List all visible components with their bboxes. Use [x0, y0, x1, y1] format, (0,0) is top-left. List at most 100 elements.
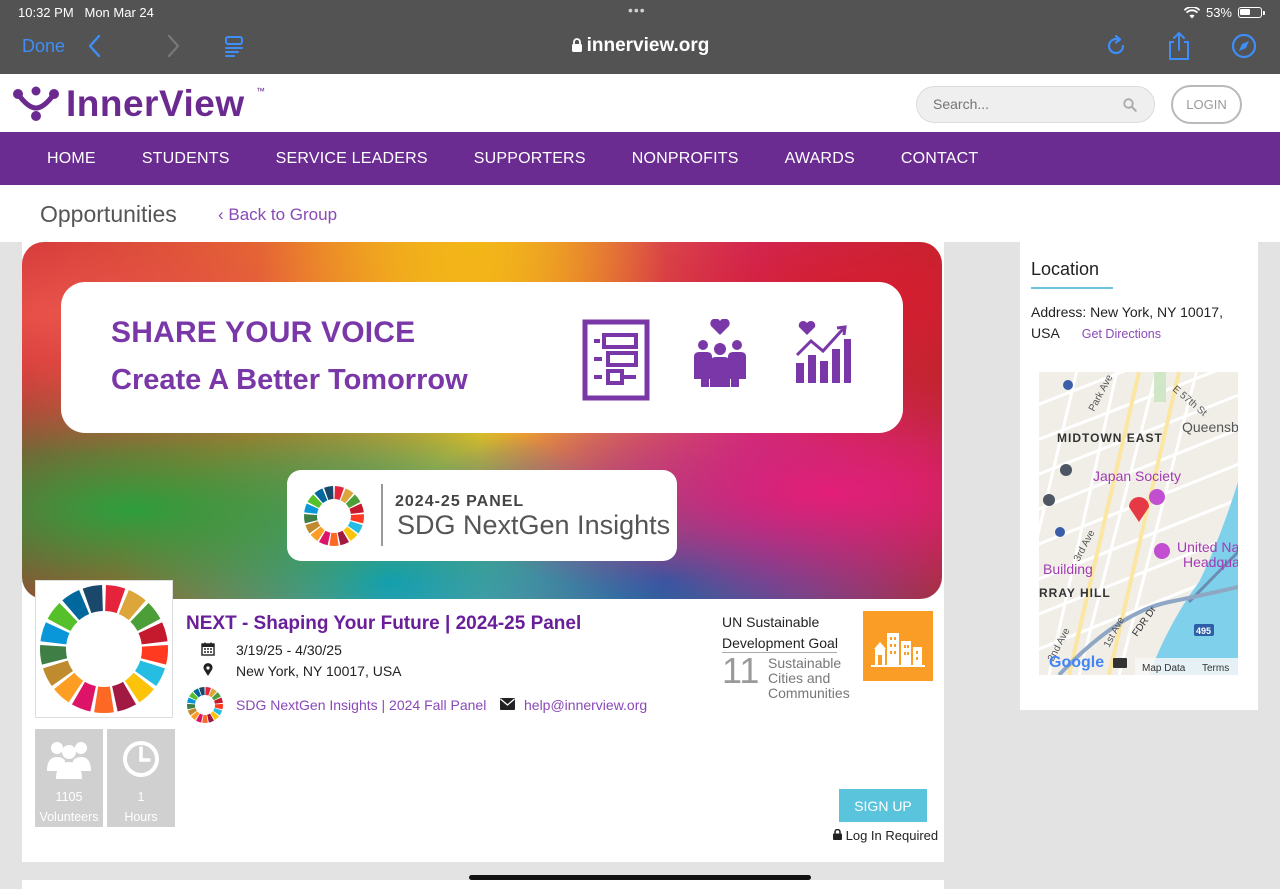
group-link[interactable]: SDG NextGen Insights | 2024 Fall Panel: [236, 697, 486, 713]
organization-logo[interactable]: [35, 580, 173, 718]
login-button[interactable]: LOGIN: [1171, 85, 1242, 124]
nav-contact[interactable]: CONTACT: [878, 132, 1002, 185]
panel-name: SDG NextGen Insights: [397, 510, 671, 540]
location-map[interactable]: Park Ave E 57th St MIDTOWN EAST Queensb …: [1039, 372, 1238, 675]
badge-divider: [381, 484, 383, 546]
share-icon[interactable]: [1166, 31, 1192, 61]
lock-icon: [833, 828, 842, 840]
search-input[interactable]: [933, 96, 1113, 112]
nav-supporters[interactable]: SUPPORTERS: [451, 132, 609, 185]
volunteers-stat: 1105 Volunteers: [35, 729, 103, 827]
site-header: InnerView ™ LOGIN: [0, 74, 1280, 132]
battery-icon: [1238, 7, 1265, 18]
people-icon: [47, 742, 91, 779]
wheel-segment: [140, 645, 169, 665]
status-right: 53%: [1183, 5, 1265, 20]
volunteers-count: 1105: [55, 790, 83, 804]
address-block: Address: New York, NY 10017, USA Get Dire…: [1031, 302, 1246, 345]
un-label-2: Headqua: [1183, 554, 1238, 570]
multitask-dots[interactable]: •••: [628, 2, 646, 18]
transit-icon-2: [1043, 494, 1055, 506]
get-directions-link[interactable]: Get Directions: [1082, 327, 1161, 341]
nav-students[interactable]: STUDENTS: [119, 132, 253, 185]
trademark: ™: [256, 86, 265, 96]
page-title: Opportunities: [40, 201, 177, 227]
wheel-segment: [329, 532, 339, 546]
sdg-11-tile[interactable]: [863, 611, 933, 681]
route-495-label: 495: [1196, 626, 1211, 636]
sdg-wheel-logo: [304, 486, 364, 546]
sign-up-button[interactable]: SIGN UP: [839, 789, 927, 822]
nav-service-leaders[interactable]: SERVICE LEADERS: [253, 132, 451, 185]
hours-count: 1: [137, 790, 145, 804]
map-canvas[interactable]: Park Ave E 57th St MIDTOWN EAST Queensb …: [1039, 372, 1238, 675]
site-logo[interactable]: InnerView: [66, 83, 245, 125]
city-buildings-icon: [871, 633, 925, 667]
group-avatar-icon[interactable]: [186, 686, 224, 724]
date-range: 3/19/25 - 4/30/25: [236, 642, 342, 658]
keyboard-icon[interactable]: [1113, 658, 1127, 668]
growth-chart-icon: [795, 320, 851, 383]
japan-society-icon: [1149, 489, 1165, 505]
reload-icon[interactable]: [1103, 33, 1129, 59]
hours-label: Hours: [124, 810, 158, 824]
location-heading-underline: [1031, 287, 1113, 289]
wifi-icon: [1183, 6, 1200, 18]
email-link[interactable]: help@innerview.org: [524, 697, 647, 713]
un-label: United Na: [1177, 539, 1238, 555]
opportunity-title: NEXT - Shaping Your Future | 2024-25 Pan…: [186, 613, 582, 634]
main-nav: HOME STUDENTS SERVICE LEADERS SUPPORTERS…: [0, 132, 1280, 185]
banner-headline-box: [61, 282, 903, 433]
compass-icon[interactable]: [1231, 33, 1257, 59]
innerview-logo-icon[interactable]: [12, 86, 60, 122]
building-label: Building: [1043, 561, 1093, 577]
lock-icon: [571, 38, 582, 52]
subway-icon-2: [1055, 527, 1065, 537]
sdg-heading: UN Sustainable Development Goal: [722, 614, 838, 651]
back-to-group-link[interactable]: ‹ Back to Group: [218, 205, 337, 225]
midtown-label: MIDTOWN EAST: [1057, 431, 1163, 445]
nav-awards[interactable]: AWARDS: [762, 132, 878, 185]
volunteers-label: Volunteers: [39, 810, 99, 824]
battery-percent: 53%: [1205, 5, 1232, 20]
wheel-segment: [94, 686, 114, 713]
envelope-icon: [500, 698, 515, 710]
login-required-text: Log In Required: [845, 828, 939, 843]
url-text: innerview.org: [586, 35, 710, 56]
next-card: [22, 880, 944, 889]
google-logo: Google: [1049, 654, 1104, 671]
sdg-name: Sustainable Cities and Communities: [768, 655, 850, 701]
calendar-icon: [201, 642, 215, 656]
hours-stat: 1 Hours: [107, 729, 175, 827]
panel-year-label: 2024-25 PANEL: [395, 493, 525, 510]
address-bar[interactable]: innerview.org: [0, 35, 1280, 57]
group-contact-row: SDG NextGen Insights | 2024 Fall Panel h…: [186, 686, 647, 724]
map-pin-icon: [203, 663, 213, 676]
community-heart-icon: [694, 319, 746, 387]
nav-home[interactable]: HOME: [24, 132, 119, 185]
location-text: New York, NY 10017, USA: [236, 663, 402, 679]
search-icon[interactable]: [1123, 98, 1137, 112]
banner-headline: SHARE YOUR VOICE: [111, 316, 416, 349]
home-indicator: [469, 875, 811, 880]
location-row: New York, NY 10017, USA: [201, 663, 402, 680]
browser-chrome: 10:32 PM Mon Mar 24 ••• 53% Done innervi…: [0, 0, 1280, 74]
un-hq-icon: [1154, 543, 1170, 559]
sdg-number: 11: [722, 650, 760, 691]
terms-link[interactable]: Terms: [1202, 663, 1229, 674]
site-search: [916, 86, 1155, 123]
transit-icon: [1060, 464, 1072, 476]
nav-nonprofits[interactable]: NONPROFITS: [609, 132, 762, 185]
status-clock: 10:32 PM: [18, 5, 74, 20]
japan-society-label: Japan Society: [1093, 468, 1181, 484]
subway-icon: [1063, 380, 1073, 390]
status-time: 10:32 PM Mon Mar 24: [18, 5, 154, 20]
wheel-segment: [39, 645, 68, 665]
date-row: 3/19/25 - 4/30/25: [201, 642, 342, 659]
queensboro-label: Queensb: [1182, 419, 1238, 435]
page-header: Opportunities ‹ Back to Group: [0, 185, 1280, 242]
park-area: [1154, 372, 1166, 402]
login-required-note: Log In Required: [833, 828, 938, 843]
survey-form-icon: [582, 319, 650, 401]
map-data-link[interactable]: Map Data: [1142, 663, 1186, 674]
